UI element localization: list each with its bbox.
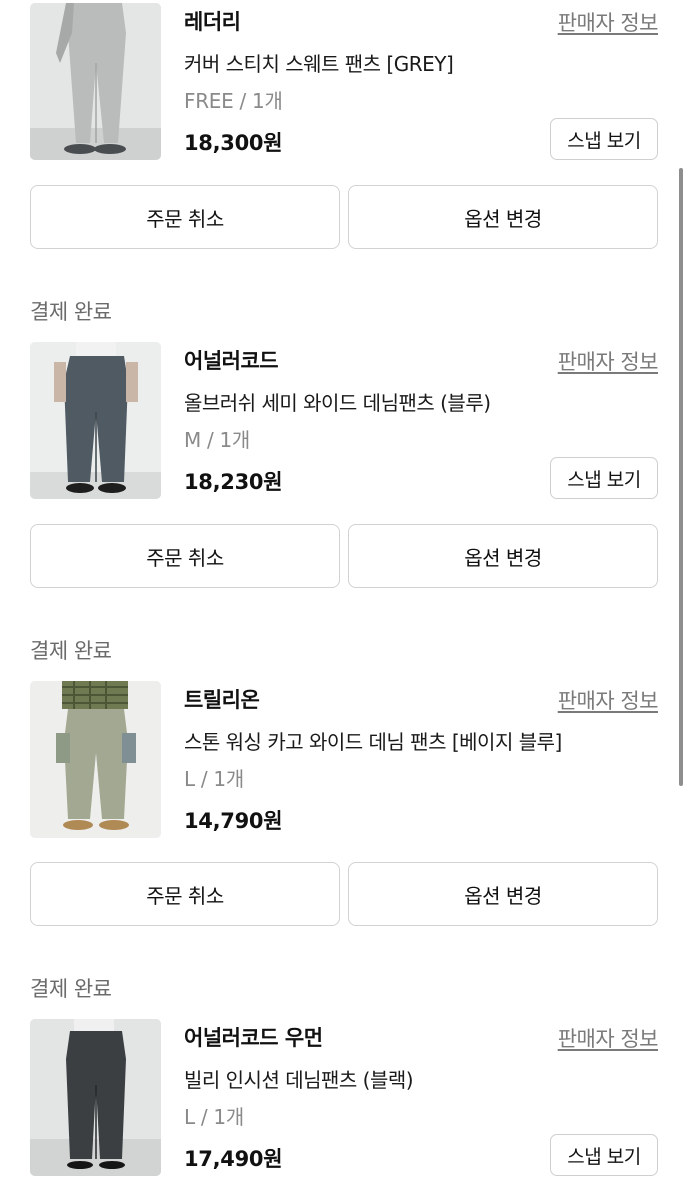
order-actions: 주문 취소 옵션 변경 bbox=[30, 185, 658, 249]
product-price: 17,490원 bbox=[184, 1147, 283, 1171]
order-actions: 주문 취소 옵션 변경 bbox=[30, 524, 658, 588]
snap-view-button[interactable]: 스냅 보기 bbox=[550, 457, 658, 499]
seller-info-link[interactable]: 판매자 정보 bbox=[558, 685, 659, 715]
seller-name: 트릴리온 bbox=[184, 688, 260, 712]
order-item: 트릴리온 판매자 정보 스톤 워싱 카고 와이드 데님 팬츠 [베이지 블루] … bbox=[0, 681, 688, 841]
product-name[interactable]: 올브러쉬 세미 와이드 데님팬츠 (블루) bbox=[184, 387, 491, 416]
change-option-button[interactable]: 옵션 변경 bbox=[348, 524, 658, 588]
cancel-order-button[interactable]: 주문 취소 bbox=[30, 524, 340, 588]
seller-name: 레더리 bbox=[184, 10, 241, 34]
snap-view-button[interactable]: 스냅 보기 bbox=[550, 118, 658, 160]
product-image[interactable] bbox=[30, 681, 161, 838]
seller-info-link[interactable]: 판매자 정보 bbox=[558, 346, 659, 376]
product-option: L / 1개 bbox=[184, 767, 244, 791]
product-image[interactable] bbox=[30, 3, 161, 160]
order-item: 어널러코드 우먼 판매자 정보 빌리 인시션 데님팬츠 (블랙) L / 1개 … bbox=[0, 1019, 688, 1179]
product-price: 18,230원 bbox=[184, 470, 283, 494]
product-name[interactable]: 스톤 워싱 카고 와이드 데님 팬츠 [베이지 블루] bbox=[184, 726, 562, 755]
product-price: 14,790원 bbox=[184, 809, 283, 833]
cancel-order-button[interactable]: 주문 취소 bbox=[30, 185, 340, 249]
order-actions: 주문 취소 옵션 변경 bbox=[30, 862, 658, 926]
order-status: 결제 완료 bbox=[30, 639, 112, 663]
product-option: M / 1개 bbox=[184, 428, 251, 452]
product-option: FREE / 1개 bbox=[184, 89, 283, 113]
scrollbar[interactable] bbox=[679, 168, 683, 786]
cancel-order-button[interactable]: 주문 취소 bbox=[30, 862, 340, 926]
product-image[interactable] bbox=[30, 342, 161, 499]
change-option-button[interactable]: 옵션 변경 bbox=[348, 862, 658, 926]
seller-name: 어널러코드 우먼 bbox=[184, 1026, 323, 1050]
product-name[interactable]: 커버 스티치 스웨트 팬츠 [GREY] bbox=[184, 48, 454, 77]
product-name[interactable]: 빌리 인시션 데님팬츠 (블랙) bbox=[184, 1064, 414, 1093]
order-status: 결제 완료 bbox=[30, 977, 112, 1001]
seller-info-link[interactable]: 판매자 정보 bbox=[558, 1023, 659, 1053]
seller-info-link[interactable]: 판매자 정보 bbox=[558, 7, 659, 37]
order-item: 레더리 판매자 정보 커버 스티치 스웨트 팬츠 [GREY] FREE / 1… bbox=[0, 3, 688, 163]
order-item: 어널러코드 판매자 정보 올브러쉬 세미 와이드 데님팬츠 (블루) M / 1… bbox=[0, 342, 688, 502]
product-price: 18,300원 bbox=[184, 131, 283, 155]
product-image[interactable] bbox=[30, 1019, 161, 1176]
product-option: L / 1개 bbox=[184, 1105, 244, 1129]
seller-name: 어널러코드 bbox=[184, 349, 279, 373]
order-status: 결제 완료 bbox=[30, 300, 112, 324]
change-option-button[interactable]: 옵션 변경 bbox=[348, 185, 658, 249]
snap-view-button[interactable]: 스냅 보기 bbox=[550, 1134, 658, 1176]
